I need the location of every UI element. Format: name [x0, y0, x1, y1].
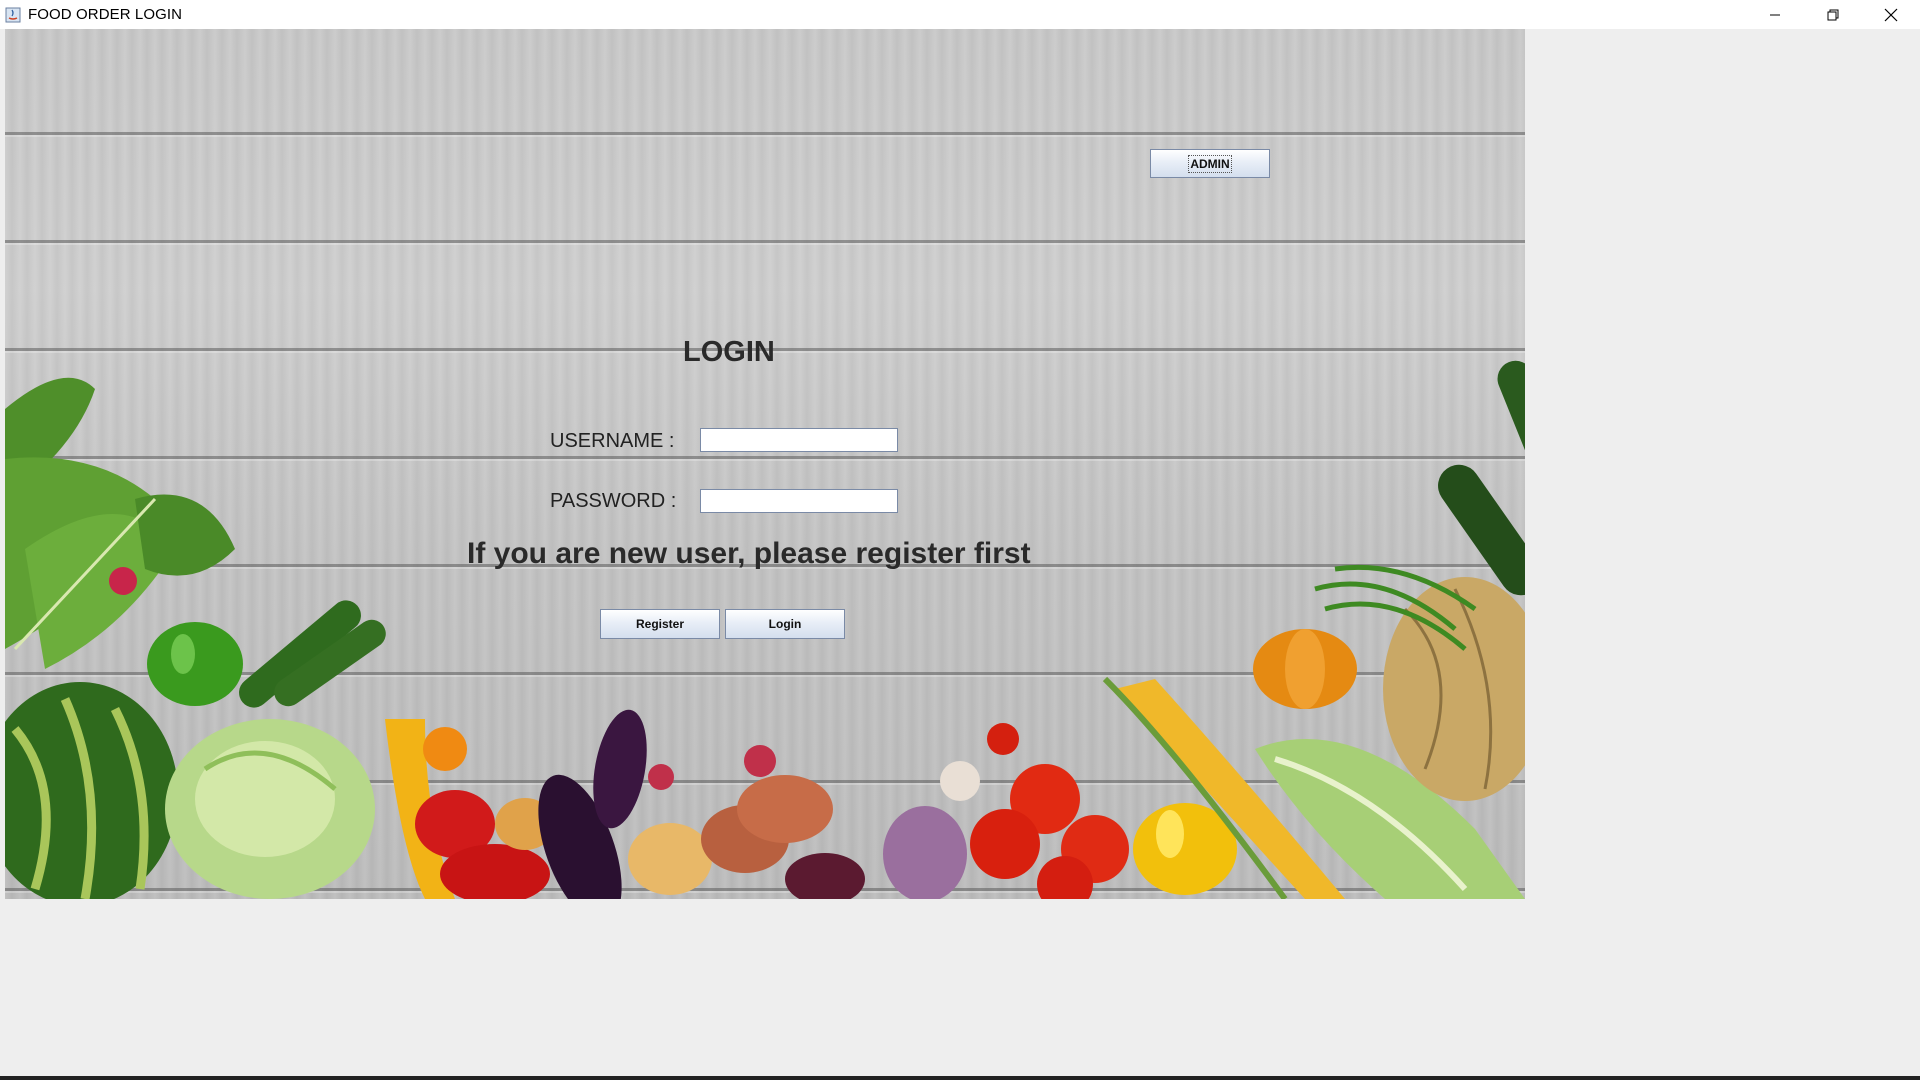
register-button-label: Register — [635, 617, 685, 631]
vegetables-background-image — [5, 360, 1525, 899]
register-prompt: If you are new user, please register fir… — [467, 537, 1031, 570]
window-title: FOOD ORDER LOGIN — [28, 6, 183, 23]
minimize-button[interactable] — [1746, 0, 1804, 29]
login-heading: LOGIN — [683, 336, 775, 368]
admin-button[interactable]: ADMIN — [1150, 149, 1270, 178]
login-panel: ADMIN LOGIN USERNAME : PASSWORD : If you… — [5, 29, 1525, 899]
login-button[interactable]: Login — [725, 609, 845, 639]
close-icon — [1884, 8, 1898, 21]
java-app-icon — [4, 6, 22, 24]
login-button-label: Login — [768, 617, 802, 631]
restore-button[interactable] — [1804, 0, 1862, 29]
window-bottom-border — [0, 1076, 1920, 1080]
username-label: USERNAME : — [550, 430, 675, 452]
close-button[interactable] — [1862, 0, 1920, 29]
restore-icon — [1827, 9, 1839, 20]
password-label: PASSWORD : — [550, 490, 677, 512]
register-button[interactable]: Register — [600, 609, 720, 639]
window-controls — [1746, 0, 1920, 29]
title-bar: FOOD ORDER LOGIN — [0, 0, 1920, 29]
admin-button-label: ADMIN — [1188, 154, 1232, 173]
minimize-icon — [1770, 14, 1780, 15]
username-input[interactable] — [700, 428, 898, 452]
password-input[interactable] — [700, 489, 898, 513]
